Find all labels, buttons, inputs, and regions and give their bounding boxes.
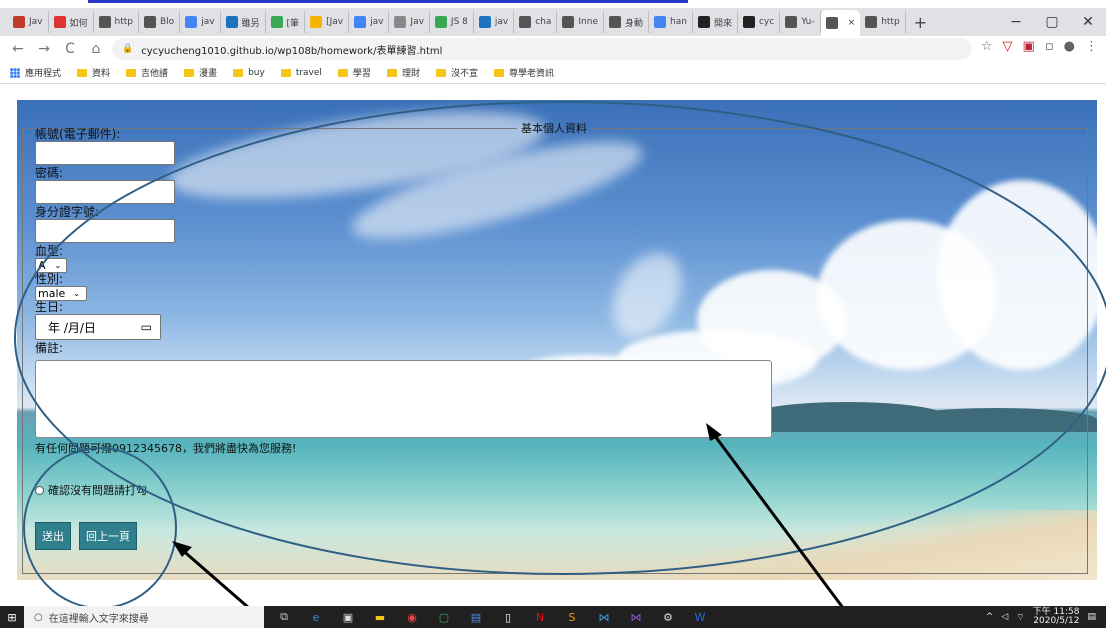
annotation-ellipse-small (23, 447, 177, 609)
task-view-icon[interactable]: ⧉ (272, 610, 296, 624)
clock-date: 2020/5/12 (1033, 616, 1080, 626)
annotation-arrow-2 (710, 431, 860, 628)
line-icon[interactable]: ▢ (432, 611, 456, 624)
volume-icon[interactable]: ◁ (1001, 612, 1008, 622)
notification-icon[interactable]: ▤ (1087, 612, 1096, 622)
document-icon[interactable]: ▯ (496, 611, 520, 624)
search-icon: ○ (34, 611, 43, 623)
app-icon[interactable]: ▤ (464, 611, 488, 624)
edge-icon[interactable]: e (304, 611, 328, 624)
tray-chevron-icon[interactable]: ^ (986, 612, 994, 622)
netflix-icon[interactable]: N (528, 611, 552, 624)
system-tray: ^ ◁ ⌔ 下午 11:58 2020/5/12 ▤ (986, 606, 1096, 628)
taskbar-search-placeholder: 在這裡輸入文字來搜尋 (48, 613, 149, 625)
settings-gear-icon[interactable]: ⚙ (656, 611, 680, 624)
word-icon[interactable]: W (688, 611, 712, 624)
annotation-arrowhead-2 (706, 423, 722, 441)
network-icon[interactable]: ⌔ (1016, 612, 1024, 623)
windows-taskbar: ⊞ ○ 在這裡輸入文字來搜尋 ⧉ e ▣ ▬ ◉ ▢ ▤ ▯ N S ⋈ ⋈ ⚙… (0, 606, 1106, 628)
sublime-icon[interactable]: S (560, 611, 584, 624)
chrome-icon[interactable]: ◉ (400, 611, 424, 624)
windows-start-icon[interactable]: ⊞ (0, 611, 24, 624)
visual-studio-icon[interactable]: ⋈ (624, 611, 648, 624)
file-explorer-icon[interactable]: ▬ (368, 611, 392, 624)
taskbar-search-box[interactable]: ○ 在這裡輸入文字來搜尋 (24, 606, 264, 628)
annotation-overlay (14, 101, 1106, 628)
annotation-ellipse-large (14, 101, 1106, 575)
store-icon[interactable]: ▣ (336, 611, 360, 624)
clock[interactable]: 下午 11:58 2020/5/12 (1033, 608, 1080, 626)
vscode-icon[interactable]: ⋈ (592, 611, 616, 624)
